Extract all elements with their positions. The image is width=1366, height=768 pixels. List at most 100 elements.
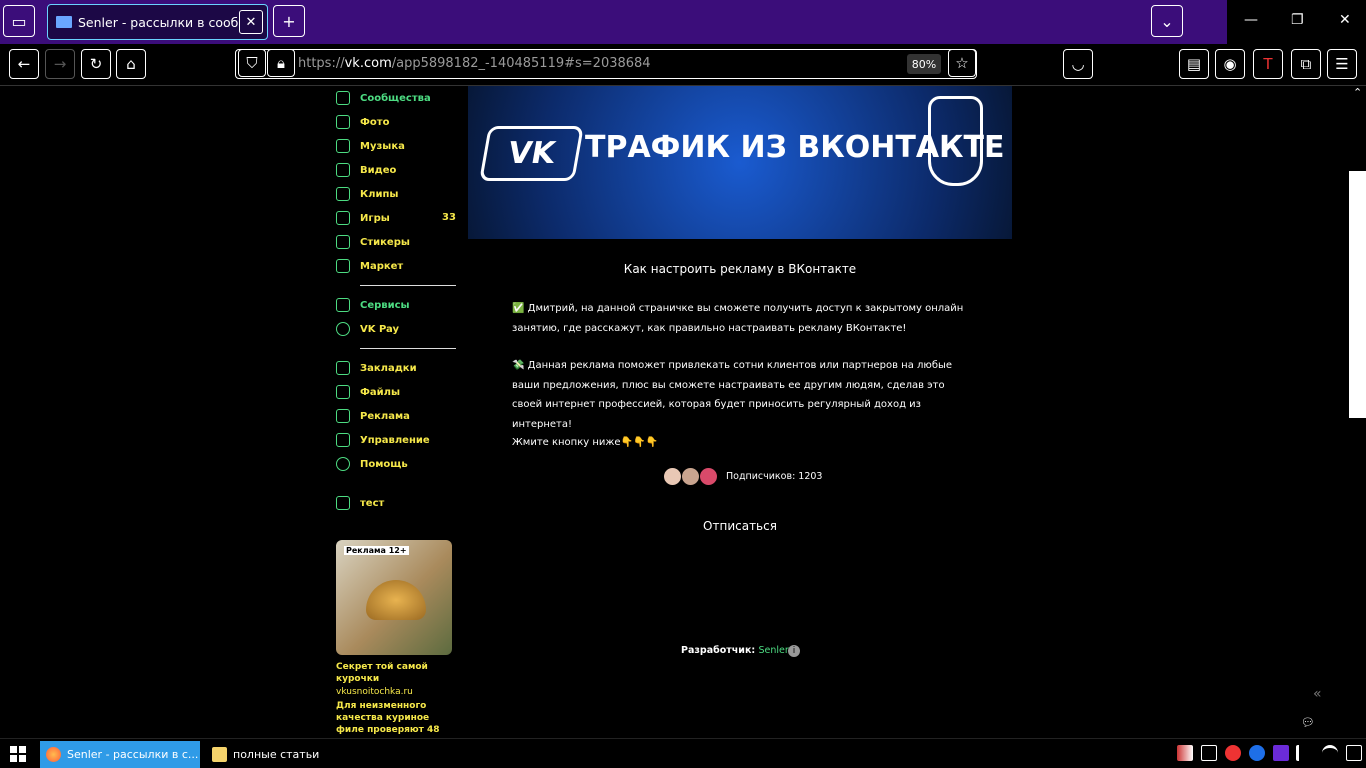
close-window-icon[interactable]: ✕: [1339, 12, 1351, 28]
extensions-button[interactable]: ⧉: [1291, 49, 1321, 79]
clips-icon: [336, 187, 350, 201]
developer-label: Разработчик:: [681, 645, 759, 656]
taskbar-firefox[interactable]: Senler - рассылки в с...: [40, 741, 200, 768]
url-text[interactable]: https://vk.com/app5898182_-140485119#s=2…: [298, 56, 651, 71]
avatar: [699, 466, 718, 486]
reader-view-button[interactable]: ▤: [1179, 49, 1209, 79]
menu-button[interactable]: ☰: [1327, 49, 1357, 79]
home-button[interactable]: ⌂: [116, 49, 146, 79]
ads-icon: [336, 409, 350, 423]
taskbar: Senler - рассылки в с... полные статьи: [0, 738, 1366, 768]
folder-icon: [212, 747, 227, 762]
puzzle-icon: ⧉: [1300, 55, 1312, 73]
wifi-icon[interactable]: [1322, 745, 1338, 761]
usb-icon[interactable]: [1201, 745, 1217, 761]
ad-title[interactable]: Секрет той самой курочки: [336, 661, 456, 685]
tab-senler[interactable]: Senler - рассылки в сообщест ✕: [47, 4, 268, 40]
bookmark-star-button[interactable]: ☆: [948, 49, 976, 77]
services-icon: [336, 298, 350, 312]
hamburger-icon: ☰: [1335, 55, 1349, 73]
shield-button[interactable]: ⛉: [238, 49, 266, 77]
sidebar-item-label: Стикеры: [360, 236, 410, 248]
ad-description: Для неизменного качества куриное филе пр…: [336, 701, 440, 735]
arrow-left-icon: ←: [17, 55, 31, 73]
communities-icon: [336, 91, 350, 105]
sidebar-item-label: Закладки: [360, 362, 417, 374]
forward-button[interactable]: →: [45, 49, 75, 79]
minimize-icon[interactable]: —: [1244, 12, 1258, 28]
burger-image: [366, 580, 426, 620]
volume-icon[interactable]: [1296, 745, 1312, 761]
games-icon: [336, 211, 350, 225]
new-tab-button[interactable]: +: [273, 5, 305, 37]
sidebar-item-manage[interactable]: Управление: [336, 430, 430, 450]
sidebar-item-label: Клипы: [360, 188, 399, 200]
lock-button[interactable]: 🔒︎: [267, 49, 295, 77]
restore-icon[interactable]: ❐: [1291, 12, 1304, 28]
ad-domain[interactable]: vkusnoitochka.ru: [336, 686, 456, 698]
sidebar-item-communities[interactable]: Сообщества: [336, 88, 431, 108]
windows-start-icon[interactable]: [10, 746, 26, 762]
info-icon[interactable]: i: [788, 645, 800, 657]
reload-icon: ↻: [89, 55, 103, 73]
tray-n-icon[interactable]: [1273, 745, 1289, 761]
pocket-icon: ◡: [1071, 55, 1085, 73]
url-domain: vk.com: [344, 56, 392, 71]
sidebar-item-video[interactable]: Видео: [336, 160, 396, 180]
sidebar-icon: ▤: [1186, 55, 1202, 73]
sidebar-item-games[interactable]: Игры: [336, 208, 390, 228]
notifications-icon[interactable]: [1346, 745, 1362, 761]
sidebar-item-label: Помощь: [360, 458, 408, 470]
tab-list-button[interactable]: ⌄: [1151, 5, 1183, 37]
sidebar-item-label: VK Pay: [360, 323, 399, 335]
sidebar-item-vkpay[interactable]: VK Pay: [336, 319, 399, 339]
nav-bar: ← → ↻ ⌂ ⛉ 🔒︎ https://vk.com/app5898182_-…: [0, 44, 1366, 86]
plus-icon: +: [282, 11, 296, 31]
call-to-action-text: Жмите кнопку ниже👇👇👇: [512, 437, 658, 448]
sidebar-item-clips[interactable]: Клипы: [336, 184, 398, 204]
group-icon: [336, 496, 350, 510]
address-bar[interactable]: ⛉ 🔒︎ https://vk.com/app5898182_-14048511…: [235, 49, 977, 79]
collapse-icon[interactable]: «: [1313, 686, 1322, 702]
tray-app-icon[interactable]: [1177, 745, 1193, 761]
reload-button[interactable]: ↻: [81, 49, 111, 79]
sidebar-item-music[interactable]: Музыка: [336, 136, 405, 156]
chat-icon[interactable]: 💬︎: [1301, 716, 1315, 729]
ad-image[interactable]: Реклама 12+: [336, 540, 452, 655]
sidebar-item-help[interactable]: Помощь: [336, 454, 408, 474]
sidebar-item-label: Игры: [360, 212, 390, 224]
sidebar-item-test[interactable]: тест: [336, 493, 384, 513]
account-button[interactable]: ◉: [1215, 49, 1245, 79]
window-controls-area: — ❐ ✕: [1227, 0, 1366, 44]
games-count-badge: 33: [442, 212, 456, 223]
arrow-right-icon: →: [53, 55, 67, 73]
sidebar-item-ads[interactable]: Реклама: [336, 406, 410, 426]
scrollbar-thumb[interactable]: [1349, 171, 1366, 418]
scroll-up-icon[interactable]: ⌃: [1353, 86, 1362, 99]
lock-icon: 🔒︎: [277, 54, 285, 72]
sidebar-item-files[interactable]: Файлы: [336, 382, 400, 402]
sidebar-item-market[interactable]: Маркет: [336, 256, 403, 276]
url-path: /app5898182_-140485119#s=2038684: [391, 56, 651, 71]
opera-icon[interactable]: [1225, 745, 1241, 761]
tab-overview-button[interactable]: ▭: [3, 5, 35, 37]
sidebar-item-label: Управление: [360, 434, 430, 446]
extension-t-button[interactable]: T: [1253, 49, 1283, 79]
market-icon: [336, 259, 350, 273]
home-icon: ⌂: [126, 55, 136, 73]
sidebar-item-stickers[interactable]: Стикеры: [336, 232, 410, 252]
sidebar-item-services[interactable]: Сервисы: [336, 295, 410, 315]
pocket-button[interactable]: ◡: [1063, 49, 1093, 79]
taskbar-folder[interactable]: полные статьи: [206, 741, 366, 768]
back-button[interactable]: ←: [9, 49, 39, 79]
bluetooth-icon[interactable]: [1249, 745, 1265, 761]
files-icon: [336, 385, 350, 399]
close-tab-icon[interactable]: ✕: [239, 10, 263, 34]
unsubscribe-button[interactable]: Отписаться: [468, 519, 1012, 533]
zoom-indicator[interactable]: 80%: [907, 54, 941, 74]
sidebar-item-bookmarks[interactable]: Закладки: [336, 358, 417, 378]
subscribers-row: Подписчиков: 1203: [663, 466, 822, 486]
developer-link[interactable]: Senler: [759, 645, 789, 656]
mail-favicon-icon: [56, 16, 72, 28]
sidebar-item-photo[interactable]: Фото: [336, 112, 389, 132]
